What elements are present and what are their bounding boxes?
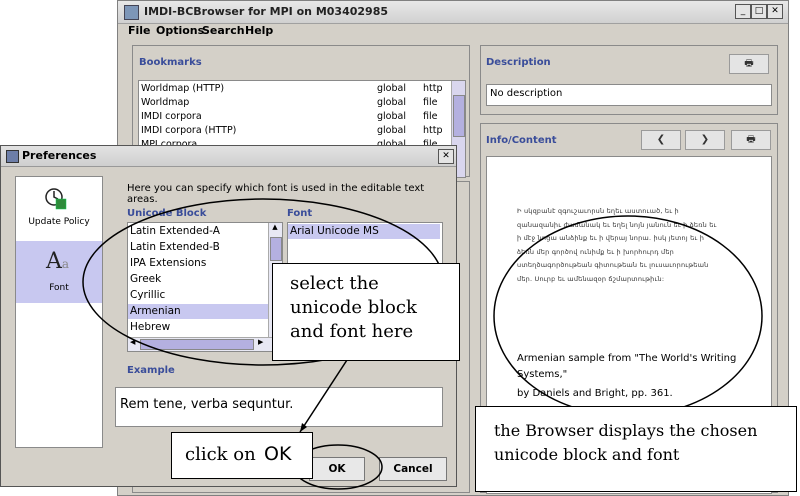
annotation-arrowhead xyxy=(300,423,307,432)
callout-browser-line2: unicode block and font xyxy=(494,445,680,464)
callout-browser: the Browser displays the chosen unicode … xyxy=(475,406,797,492)
callout-click-text: click on xyxy=(185,444,256,465)
callout-click-ok: click on OK xyxy=(171,432,313,479)
callout-select-line1: select the xyxy=(290,273,379,294)
callout-select: select the unicode block and font here xyxy=(272,263,460,361)
callout-select-line3: and font here xyxy=(290,321,414,342)
callout-click-ok-word: OK xyxy=(264,443,292,465)
annotation-ellipse-content xyxy=(493,215,763,417)
annotation-arrow xyxy=(299,359,348,433)
callout-select-line2: unicode block xyxy=(290,297,417,318)
callout-browser-line1: the Browser displays the chosen xyxy=(494,421,758,440)
